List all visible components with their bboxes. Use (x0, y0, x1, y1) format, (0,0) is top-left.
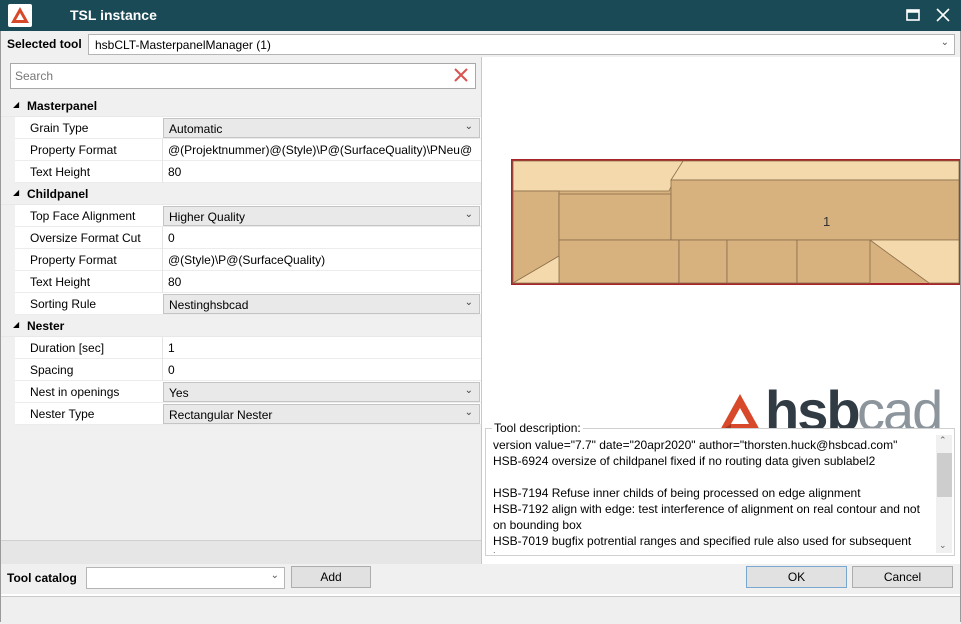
property-name: Spacing (30, 363, 74, 377)
tool-catalog-label: Tool catalog (7, 571, 77, 585)
category-masterpanel[interactable]: ◢ Masterpanel (1, 95, 481, 117)
chevron-down-icon: ⌄ (464, 385, 473, 396)
maximize-icon[interactable] (902, 5, 924, 25)
scroll-thumb[interactable] (937, 453, 952, 497)
property-name: Text Height (30, 165, 91, 179)
description-line: HSB-7019 bugfix potrential ranges and sp… (493, 534, 912, 553)
selected-tool-value: hsbCLT-MasterpanelManager (1) (95, 38, 271, 52)
grain-type-dropdown[interactable]: Automatic ⌄ (163, 118, 480, 138)
collapse-triangle-icon[interactable]: ◢ (13, 188, 19, 197)
dialog-body: Selected tool hsbCLT-MasterpanelManager … (0, 31, 961, 623)
property-value[interactable]: 1 (168, 341, 478, 355)
property-name: Property Format (30, 143, 117, 157)
property-row[interactable]: Oversize Format Cut 0 (1, 227, 481, 249)
ok-button[interactable]: OK (746, 566, 847, 588)
status-bar (1, 596, 960, 623)
property-name: Text Height (30, 275, 91, 289)
property-panel: Search ◢ Masterpanel Grain Type Automati… (1, 57, 482, 591)
property-row[interactable]: Nest in openings Yes ⌄ (1, 381, 481, 403)
cancel-button[interactable]: Cancel (852, 566, 953, 588)
top-face-alignment-dropdown[interactable]: Higher Quality ⌄ (163, 206, 480, 226)
nester-type-dropdown[interactable]: Rectangular Nester ⌄ (163, 404, 480, 424)
nesting-preview: 1 (491, 60, 961, 420)
chevron-down-icon: ⌄ (464, 407, 473, 418)
title-bar: TSL instance (0, 0, 961, 31)
property-row[interactable]: Nester Type Rectangular Nester ⌄ (1, 403, 481, 425)
tool-description-label: Tool description: (492, 421, 583, 435)
description-line: HSB-7194 Refuse inner childs of being pr… (493, 486, 861, 500)
property-name: Property Format (30, 253, 117, 267)
category-childpanel[interactable]: ◢ Childpanel (1, 183, 481, 205)
tool-catalog-combo[interactable]: ⌄ (86, 567, 285, 589)
property-row[interactable]: Property Format @(Projektnummer)@(Style)… (1, 139, 481, 161)
description-scrollbar[interactable]: ⌃ ⌄ (936, 435, 952, 553)
property-value[interactable]: @(Style)\P@(SurfaceQuality) (168, 253, 478, 267)
property-row[interactable]: Grain Type Automatic ⌄ (1, 117, 481, 139)
collapse-triangle-icon[interactable]: ◢ (13, 100, 19, 109)
description-line (493, 469, 931, 485)
chevron-down-icon: ⌄ (940, 37, 949, 48)
property-row[interactable]: Property Format @(Style)\P@(SurfaceQuali… (1, 249, 481, 271)
clear-search-icon[interactable] (453, 67, 469, 86)
app-logo-icon (8, 4, 32, 27)
panel-number-label: 1 (823, 214, 830, 229)
property-name: Top Face Alignment (30, 209, 136, 223)
childpanel (796, 239, 871, 284)
property-name: Duration [sec] (30, 341, 105, 355)
tool-description-box[interactable]: version value="7.7" date="20apr2020" aut… (485, 428, 955, 556)
property-row[interactable]: Top Face Alignment Higher Quality ⌄ (1, 205, 481, 227)
property-name: Grain Type (30, 121, 89, 135)
childpanel (678, 239, 728, 284)
selected-tool-row: Selected tool hsbCLT-MasterpanelManager … (1, 31, 960, 57)
collapse-triangle-icon[interactable]: ◢ (13, 320, 19, 329)
property-row[interactable]: Text Height 80 (1, 271, 481, 293)
chevron-down-icon: ⌄ (270, 570, 279, 581)
search-placeholder: Search (15, 69, 54, 83)
property-grid: ◢ Masterpanel Grain Type Automatic ⌄ Pro… (1, 95, 481, 425)
description-line: HSB-7192 align with edge: test interfere… (493, 502, 920, 532)
childpanel (558, 193, 672, 241)
add-button[interactable]: Add (291, 566, 371, 588)
property-value[interactable]: 80 (168, 275, 478, 289)
property-row[interactable]: Spacing 0 (1, 359, 481, 381)
property-row[interactable]: Duration [sec] 1 (1, 337, 481, 359)
property-value[interactable]: 0 (168, 363, 478, 377)
property-name: Oversize Format Cut (30, 231, 141, 245)
chevron-down-icon: ⌄ (464, 297, 473, 308)
description-line: HSB-6924 oversize of childpanel fixed if… (493, 454, 876, 468)
bottom-toolbar: Tool catalog ⌄ Add OK Cancel (1, 564, 960, 594)
property-value[interactable]: @(Projektnummer)@(Style)\P@(SurfaceQuali… (168, 143, 478, 157)
search-input[interactable]: Search (10, 63, 476, 89)
property-row[interactable]: Text Height 80 (1, 161, 481, 183)
property-name: Nest in openings (30, 385, 120, 399)
property-name: Sorting Rule (30, 297, 97, 311)
close-icon[interactable] (932, 5, 954, 25)
childpanel (558, 239, 680, 284)
selected-tool-combo[interactable]: hsbCLT-MasterpanelManager (1) ⌄ (88, 34, 955, 55)
childpanel (670, 179, 960, 241)
property-value[interactable]: 0 (168, 231, 478, 245)
description-line: version value="7.7" date="20apr2020" aut… (493, 438, 898, 452)
nest-in-openings-dropdown[interactable]: Yes ⌄ (163, 382, 480, 402)
childpanel-light-top-right (670, 160, 960, 181)
chevron-down-icon: ⌄ (464, 121, 473, 132)
property-value[interactable]: 80 (168, 165, 478, 179)
scroll-up-icon[interactable]: ⌃ (939, 435, 947, 446)
chevron-down-icon: ⌄ (464, 209, 473, 220)
window-title: TSL instance (70, 7, 157, 23)
scroll-down-icon[interactable]: ⌄ (939, 540, 947, 551)
property-name: Nester Type (30, 407, 95, 421)
selected-tool-label: Selected tool (7, 37, 82, 51)
property-row[interactable]: Sorting Rule Nestinghsbcad ⌄ (1, 293, 481, 315)
sorting-rule-dropdown[interactable]: Nestinghsbcad ⌄ (163, 294, 480, 314)
category-nester[interactable]: ◢ Nester (1, 315, 481, 337)
childpanel-light-top (512, 160, 684, 192)
childpanel (726, 239, 798, 284)
tool-description-text: version value="7.7" date="20apr2020" aut… (493, 437, 931, 553)
